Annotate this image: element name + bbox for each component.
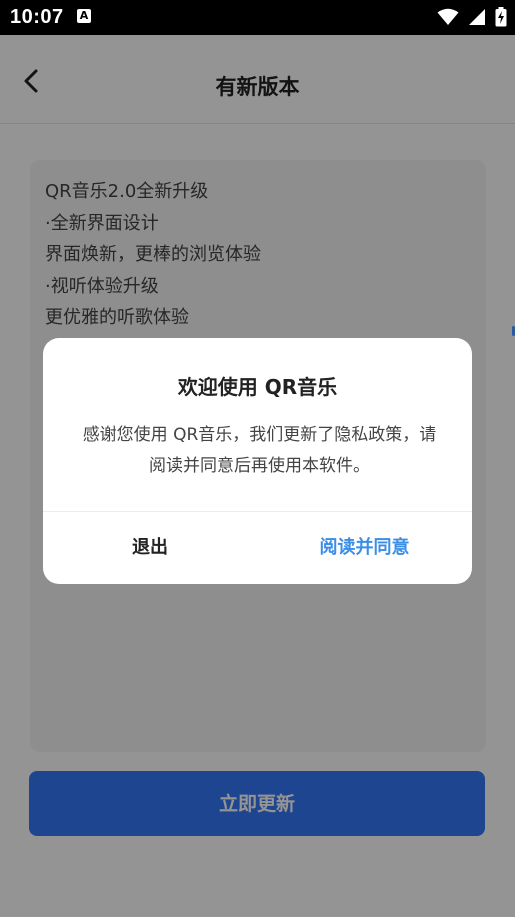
- status-bar: 10:07 A: [0, 0, 515, 35]
- notification-badge-icon: A: [77, 9, 91, 23]
- dialog-message: 感谢您使用 QR音乐，我们更新了隐私政策，请阅读并同意后再使用本软件。: [82, 425, 437, 476]
- status-icons: [433, 6, 507, 28]
- cell-signal-icon: [468, 8, 485, 25]
- battery-charging-icon: [495, 6, 507, 26]
- dialog-actions: 退出 阅读并同意: [43, 512, 472, 584]
- privacy-dialog: 欢迎使用 QR音乐 感谢您使用 QR音乐，我们更新了隐私政策，请阅读并同意后再使…: [43, 338, 472, 584]
- status-time: 10:07: [10, 6, 64, 28]
- exit-button[interactable]: 退出: [43, 512, 257, 584]
- wifi-icon: [437, 8, 459, 25]
- dialog-title: 欢迎使用 QR音乐: [177, 375, 338, 399]
- read-and-agree-button[interactable]: 阅读并同意: [257, 512, 472, 584]
